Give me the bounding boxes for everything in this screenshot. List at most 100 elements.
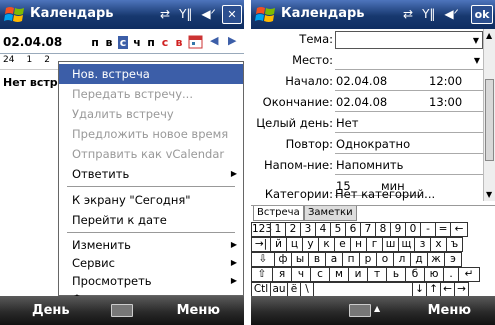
weekday[interactable]: ч <box>132 36 142 49</box>
keyboard-key[interactable]: 0 <box>405 222 421 237</box>
keyboard-key[interactable]: з <box>414 237 431 252</box>
keyboard-key[interactable]: 123 <box>251 222 272 237</box>
weekday[interactable]: в <box>174 36 184 49</box>
weekday-selected[interactable]: с <box>118 36 128 49</box>
keyboard-key[interactable]: ё <box>287 282 301 297</box>
connectivity-icon[interactable]: ⇄ <box>160 7 170 21</box>
keyboard-key[interactable]: 6 <box>345 222 361 237</box>
keyboard-key[interactable]: аu <box>270 282 288 297</box>
close-icon[interactable]: ✕ <box>222 5 242 24</box>
keyboard-key[interactable]: ↵ <box>458 267 480 282</box>
weekday[interactable]: п <box>90 36 100 49</box>
keyboard-key[interactable]: ч <box>291 267 311 282</box>
tab-notes[interactable]: Заметки <box>304 206 357 221</box>
menu-item-view[interactable]: Просмотреть ▶ <box>59 272 243 290</box>
windows-start-icon[interactable] <box>255 4 277 26</box>
weekday[interactable]: с <box>160 36 170 49</box>
keyboard-key[interactable]: 9 <box>390 222 406 237</box>
keyboard-key[interactable]: 4 <box>315 222 331 237</box>
keyboard-key[interactable]: м <box>329 267 349 282</box>
keyboard-key[interactable]: э <box>444 252 462 267</box>
keyboard-key[interactable]: Ctl <box>251 282 271 297</box>
scroll-thumb[interactable] <box>485 79 494 161</box>
keyboard-key[interactable]: п <box>342 252 360 267</box>
signal-icon[interactable]: Y‖ <box>422 7 435 21</box>
volume-icon[interactable]: ◀ᐟ <box>201 7 215 21</box>
repeat-field[interactable]: Однократно <box>335 136 483 154</box>
menu-item-today[interactable]: К экрану "Сегодня" <box>59 190 243 210</box>
keyboard-key[interactable]: я <box>272 267 292 282</box>
keyboard-key[interactable]: = <box>435 222 451 237</box>
menu-item-send-appointment[interactable]: Передать встречу... <box>59 84 243 104</box>
menu-item-delete-appointment[interactable]: Удалить встречу <box>59 104 243 124</box>
keyboard-key[interactable]: ы <box>291 252 309 267</box>
keyboard-key[interactable]: д <box>410 252 428 267</box>
keyboard-key[interactable]: р <box>359 252 377 267</box>
keyboard-key[interactable]: ь <box>386 267 406 282</box>
softkey-menu[interactable]: Меню <box>428 303 471 318</box>
keyboard-key[interactable]: - <box>420 222 436 237</box>
current-date[interactable]: 02.04.08 <box>3 35 62 49</box>
keyboard-key[interactable]: 2 <box>285 222 301 237</box>
keyboard-key[interactable]: и <box>348 267 368 282</box>
categories-field[interactable]: Нет категорий... <box>335 187 435 201</box>
volume-icon[interactable]: ◀ᐟ <box>444 7 458 21</box>
keyboard-key[interactable]: л <box>393 252 411 267</box>
keyboard-key[interactable]: ц <box>286 237 303 252</box>
menu-item-go-to-date[interactable]: Перейти к дате <box>59 210 243 230</box>
keyboard-key[interactable]: ↓ <box>412 282 427 297</box>
softkey-menu[interactable]: Меню <box>177 303 220 318</box>
input-panel-arrow-icon[interactable]: ▲ <box>374 304 380 313</box>
connectivity-icon[interactable]: ⇄ <box>403 7 413 21</box>
keyboard-key[interactable]: т <box>367 267 387 282</box>
form-scrollbar[interactable]: ▲ ▼ <box>483 29 495 201</box>
reminder-field[interactable]: Напомнить <box>335 157 483 175</box>
menu-item-reply[interactable]: Ответить ▶ <box>59 164 243 184</box>
keyboard-key[interactable]: о <box>376 252 394 267</box>
ok-button[interactable]: ok <box>471 5 493 24</box>
keyboard-key[interactable]: 8 <box>375 222 391 237</box>
keyboard-key[interactable]: г <box>366 237 383 252</box>
softkey-day[interactable]: День <box>32 303 70 318</box>
keyboard-key[interactable]: \ <box>300 282 314 297</box>
keyboard-key[interactable]: 1 <box>270 222 286 237</box>
keyboard-key[interactable]: в <box>308 252 326 267</box>
keyboard-key[interactable]: х <box>430 237 447 252</box>
menu-item-tools[interactable]: Сервис ▶ <box>59 254 243 272</box>
keyboard-key[interactable]: 5 <box>330 222 346 237</box>
keyboard-icon[interactable] <box>111 304 133 317</box>
keyboard-key[interactable]: →| <box>251 237 271 252</box>
dropdown-arrow-icon[interactable]: ▼ <box>473 32 479 49</box>
menu-item-new-appointment[interactable]: Нов. встреча <box>59 64 243 84</box>
keyboard-key[interactable]: е <box>334 237 351 252</box>
weekday[interactable]: в <box>104 36 114 49</box>
prev-week-icon[interactable]: ◀ <box>210 34 218 47</box>
keyboard-key[interactable]: с <box>310 267 330 282</box>
keyboard-key[interactable]: ⇩ <box>251 252 275 267</box>
keyboard-key[interactable]: ↑ <box>426 282 441 297</box>
keyboard-key[interactable]: й <box>270 237 287 252</box>
keyboard-key[interactable]: у <box>302 237 319 252</box>
tab-appointment[interactable]: Встреча <box>253 206 304 221</box>
windows-start-icon[interactable] <box>4 4 26 26</box>
keyboard-key[interactable]: а <box>325 252 343 267</box>
menu-item-edit[interactable]: Изменить ▶ <box>59 236 243 254</box>
scroll-up-icon[interactable]: ▲ <box>486 31 492 40</box>
keyboard-key[interactable]: ъ <box>446 237 463 252</box>
keyboard-key[interactable]: н <box>350 237 367 252</box>
end-time-field[interactable]: 13:00 <box>429 94 462 111</box>
keyboard-key[interactable] <box>313 282 413 297</box>
keyboard-key[interactable]: ю <box>424 267 444 282</box>
keyboard-key[interactable]: ж <box>427 252 445 267</box>
keyboard-icon[interactable] <box>349 304 371 317</box>
scroll-down-icon[interactable]: ▼ <box>486 190 492 199</box>
weekday[interactable]: п <box>146 36 156 49</box>
calendar-view-icon[interactable] <box>188 33 204 49</box>
keyboard-key[interactable]: → <box>454 282 469 297</box>
keyboard-key[interactable]: ← <box>450 222 468 237</box>
keyboard-key[interactable]: 7 <box>360 222 376 237</box>
location-field[interactable]: ▼ <box>335 52 483 70</box>
keyboard-key[interactable]: щ <box>398 237 415 252</box>
subject-field[interactable]: ▼ <box>335 31 483 49</box>
menu-item-propose-time[interactable]: Предложить новое время <box>59 124 243 144</box>
